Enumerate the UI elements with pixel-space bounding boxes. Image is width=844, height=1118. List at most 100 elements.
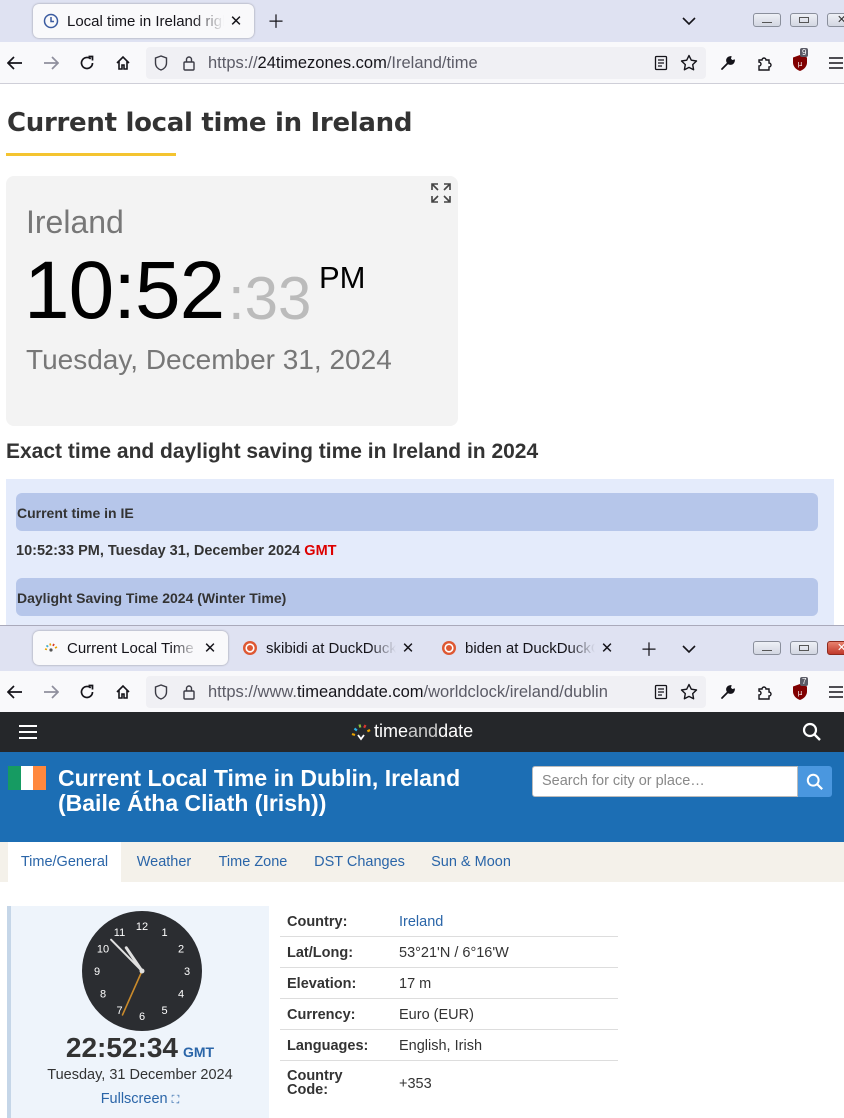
url-text[interactable]: https://24timezones.com/Ireland/time <box>208 54 628 73</box>
title-underline <box>6 153 176 156</box>
extensions-puzzle-icon[interactable] <box>752 51 776 75</box>
fact-row-country-code: Country Code: +353 <box>280 1061 618 1105</box>
dial-number: 11 <box>114 927 125 939</box>
extensions-puzzle-icon[interactable] <box>752 680 776 704</box>
fact-value-country-link[interactable]: Ireland <box>399 914 443 930</box>
home-icon[interactable] <box>111 51 135 75</box>
forward-arrow-icon[interactable] <box>39 680 63 704</box>
close-window-button[interactable]: ✕ <box>827 13 844 27</box>
fact-row-currency: Currency: Euro (EUR) <box>280 999 618 1030</box>
reload-icon[interactable] <box>75 680 99 704</box>
timeanddate-logo-icon <box>351 723 371 740</box>
hamburger-menu-icon[interactable] <box>824 51 844 75</box>
new-tab-plus-icon[interactable]: ＋ <box>264 9 288 33</box>
hamburger-menu-icon[interactable] <box>824 680 844 704</box>
tab-title: skibidi at DuckDuckGo <box>266 639 396 657</box>
fact-label: Lat/Long: <box>287 945 354 961</box>
wrench-icon[interactable] <box>716 51 740 75</box>
tab-title: Current Local Time in Dublin, Ireland <box>67 639 198 657</box>
minimize-button[interactable] <box>753 13 781 27</box>
new-tab-plus-icon[interactable]: ＋ <box>637 637 661 661</box>
tab-dst-changes[interactable]: DST Changes <box>307 842 412 882</box>
home-icon[interactable] <box>111 680 135 704</box>
tab-time-general[interactable]: Time/General <box>8 842 121 882</box>
ublock-shield-icon[interactable]: μ 7 <box>788 677 812 704</box>
tab-list-chevron-icon[interactable] <box>677 637 701 661</box>
title-band: Current Local Time in Dublin, Ireland (B… <box>0 752 844 842</box>
city-search-input[interactable]: Search for city or place… <box>532 766 798 797</box>
tab-skibidi-duckduckgo[interactable]: skibidi at DuckDuckGo ✕ <box>232 631 426 665</box>
svg-text:μ: μ <box>798 689 803 697</box>
dial-number: 5 <box>161 1005 167 1017</box>
expand-fullscreen-icon[interactable] <box>430 182 452 204</box>
tab-close-icon[interactable]: ✕ <box>202 639 218 657</box>
dial-number: 9 <box>94 966 100 978</box>
lock-icon[interactable] <box>182 684 196 700</box>
url-text[interactable]: https://www.timeanddate.com/worldclock/i… <box>208 683 640 702</box>
ireland-flag-icon <box>8 766 47 790</box>
logo-and: and <box>408 721 439 741</box>
tab-list-chevron-icon[interactable] <box>677 9 701 33</box>
bookmark-star-icon[interactable] <box>680 683 698 701</box>
url-path: /Ireland/time <box>386 54 478 72</box>
timezone-abbrev[interactable]: GMT <box>183 1044 214 1060</box>
maximize-button[interactable] <box>790 641 818 655</box>
tab-close-icon[interactable]: ✕ <box>228 12 244 30</box>
logo-text: timeanddate <box>374 721 473 742</box>
dial-number: 6 <box>139 1011 145 1023</box>
city-search-button[interactable] <box>798 766 832 797</box>
clock-country: Ireland <box>26 204 124 240</box>
tab-close-icon[interactable]: ✕ <box>400 639 416 657</box>
tab-biden-duckduckgo[interactable]: biden at DuckDuckGo ✕ <box>431 631 625 665</box>
timezone-abbrev: GMT <box>304 543 337 559</box>
location-title: Current Local Time in Dublin, Ireland (B… <box>58 766 460 816</box>
tab-time-zone[interactable]: Time Zone <box>211 842 295 882</box>
reader-view-icon[interactable] <box>654 684 668 700</box>
clock-center-pin <box>139 968 145 974</box>
bookmark-star-icon[interactable] <box>680 54 698 72</box>
fullscreen-label: Fullscreen <box>100 1091 168 1107</box>
ublock-shield-icon[interactable]: μ 9 <box>788 48 812 75</box>
clock-date: Tuesday, December 31, 2024 <box>26 344 392 375</box>
fact-label: Elevation: <box>287 976 357 992</box>
forward-arrow-icon[interactable] <box>39 51 63 75</box>
dial-number: 3 <box>184 966 190 978</box>
tab-local-time-ireland[interactable]: Local time in Ireland right now ✕ <box>33 4 254 38</box>
back-arrow-icon[interactable] <box>3 680 27 704</box>
fact-row-elevation: Elevation: 17 m <box>280 968 618 999</box>
reload-icon[interactable] <box>75 51 99 75</box>
site-search-icon[interactable] <box>802 722 822 742</box>
site-logo[interactable]: timeanddate <box>350 721 473 742</box>
extension-badge: 9 <box>800 48 809 57</box>
minimize-button[interactable] <box>753 641 781 655</box>
maximize-button[interactable] <box>790 13 818 27</box>
fullscreen-link[interactable]: Fullscreen ⛶ <box>11 1091 269 1107</box>
digital-clock: 22:52:34 GMT <box>11 1032 269 1064</box>
fact-row-latlong: Lat/Long: 53°21'N / 6°16'W <box>280 937 618 968</box>
browser-window-24timezones: Local time in Ireland right now ✕ ＋ ✕ ht… <box>0 0 844 625</box>
close-window-button[interactable]: ✕ <box>827 641 844 655</box>
url-bar[interactable]: https://24timezones.com/Ireland/time <box>146 47 706 79</box>
lock-icon[interactable] <box>182 55 196 71</box>
tab-weather[interactable]: Weather <box>129 842 199 882</box>
time-info-panel: Current time in IE 10:52:33 PM, Tuesday … <box>6 479 834 625</box>
tab-sun-moon[interactable]: Sun & Moon <box>424 842 518 882</box>
tracking-shield-icon[interactable] <box>154 684 168 700</box>
tab-current-local-time-dublin[interactable]: Current Local Time in Dublin, Ireland ✕ <box>33 631 228 665</box>
reader-view-icon[interactable] <box>654 55 668 71</box>
tab-close-icon[interactable]: ✕ <box>599 639 615 657</box>
site-menu-icon[interactable] <box>18 724 38 740</box>
tracking-shield-icon[interactable] <box>154 55 168 71</box>
location-title-line2: (Baile Átha Cliath (Irish)) <box>58 790 327 816</box>
fact-value: Euro (EUR) <box>399 1007 474 1023</box>
extension-badge: 7 <box>800 677 809 686</box>
tab-strip: Local time in Ireland right now ✕ ＋ ✕ <box>0 0 844 42</box>
nav-toolbar: https://www.timeanddate.com/worldclock/i… <box>0 671 844 713</box>
location-title-line1: Current Local Time in Dublin, Ireland <box>58 765 461 791</box>
fact-value: 17 m <box>399 976 432 992</box>
wrench-icon[interactable] <box>716 680 740 704</box>
analog-clock: 12 1234567891011 <box>82 911 202 1031</box>
url-bar[interactable]: https://www.timeanddate.com/worldclock/i… <box>146 676 706 708</box>
back-arrow-icon[interactable] <box>3 51 27 75</box>
fact-label: Languages: <box>287 1038 369 1054</box>
